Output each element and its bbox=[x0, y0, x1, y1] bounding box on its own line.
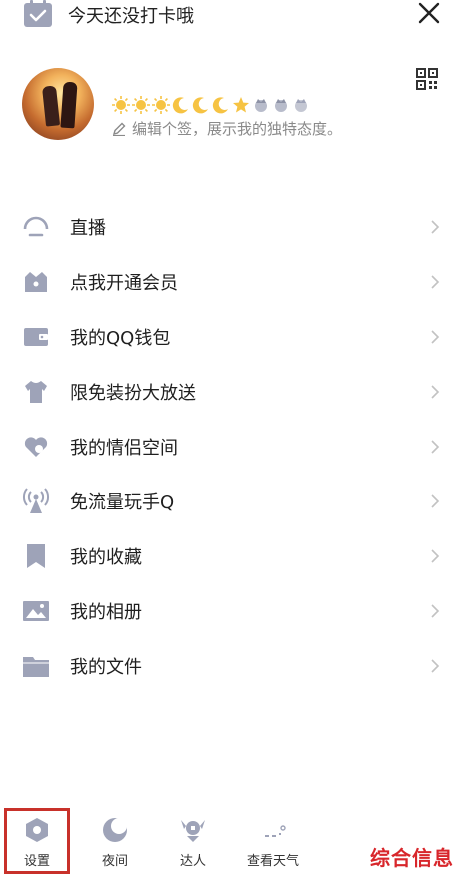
shirt-icon bbox=[25, 380, 47, 403]
menu-item-live[interactable]: 直播 bbox=[0, 200, 461, 255]
chevron-right-icon bbox=[431, 440, 440, 454]
top-bar: 今天还没打卡哦 bbox=[0, 0, 461, 30]
menu-item-couple-space[interactable]: 我的情侣空间 bbox=[0, 419, 461, 474]
night-mode-button[interactable]: 夜间 bbox=[80, 808, 150, 869]
close-icon[interactable] bbox=[414, 0, 444, 28]
tab-label: 夜间 bbox=[101, 854, 128, 869]
moon-badge-icon bbox=[192, 97, 208, 114]
chevron-right-icon bbox=[431, 220, 440, 234]
signature-edit[interactable]: 编辑个签，展示我的独特态度。 bbox=[112, 118, 342, 139]
menu-item-free-data[interactable]: 免流量玩手Q bbox=[0, 474, 461, 529]
folder-icon bbox=[23, 656, 49, 677]
sun-badge-icon bbox=[112, 96, 130, 114]
chevron-right-icon bbox=[431, 275, 440, 289]
chevron-right-icon bbox=[431, 549, 440, 563]
star-badge-icon bbox=[233, 97, 249, 113]
menu-item-favorites[interactable]: 我的收藏 bbox=[0, 529, 461, 584]
chevron-right-icon bbox=[431, 494, 440, 508]
crown-badge-icon bbox=[275, 99, 287, 112]
vip-icon bbox=[25, 272, 47, 293]
wallet-icon bbox=[24, 327, 48, 346]
menu-item-album[interactable]: 我的相册 bbox=[0, 584, 461, 639]
menu-item-label: 我的收藏 bbox=[70, 547, 142, 569]
expert-icon bbox=[181, 820, 205, 842]
menu-item-files[interactable]: 我的文件 bbox=[0, 638, 461, 693]
expert-button[interactable]: 达人 bbox=[158, 808, 228, 869]
menu-item-vip[interactable]: 点我开通会员 bbox=[0, 255, 461, 310]
menu-item-costume[interactable]: 限免装扮大放送 bbox=[0, 364, 461, 419]
signal-tower-icon bbox=[23, 488, 49, 514]
tab-label: 设置 bbox=[23, 854, 50, 869]
night-mode-icon bbox=[103, 818, 127, 842]
sun-badge-icon bbox=[152, 96, 170, 114]
menu-item-label: 我的文件 bbox=[70, 656, 142, 678]
chevron-right-icon bbox=[431, 385, 440, 399]
moon-badge-icon bbox=[172, 97, 188, 114]
chevron-right-icon bbox=[431, 330, 440, 344]
menu-list: 直播 点我开通会员 我的QQ钱包 限免装扮大放送 我的情侣空间 免流量玩手Q 我… bbox=[0, 200, 461, 693]
chevron-right-icon bbox=[431, 659, 440, 673]
bookmark-icon bbox=[27, 544, 45, 569]
menu-item-label: 我的情侣空间 bbox=[70, 437, 178, 459]
settings-icon bbox=[26, 818, 48, 842]
tab-label: 查看天气 bbox=[246, 854, 299, 869]
settings-button[interactable]: 设置 bbox=[2, 808, 72, 869]
menu-item-label: 我的QQ钱包 bbox=[70, 327, 171, 349]
crown-badge-icon bbox=[295, 99, 307, 112]
chevron-right-icon bbox=[431, 604, 440, 618]
watermark: 综合信息 bbox=[370, 846, 454, 870]
avatar[interactable] bbox=[22, 68, 94, 140]
album-icon bbox=[23, 600, 49, 621]
sun-badge-icon bbox=[132, 96, 150, 114]
tab-label: 达人 bbox=[179, 854, 206, 869]
weather-button[interactable]: 查看天气 bbox=[238, 808, 308, 869]
menu-item-label: 限免装扮大放送 bbox=[70, 382, 196, 404]
weather-icon bbox=[265, 825, 286, 837]
menu-item-label: 点我开通会员 bbox=[70, 273, 178, 295]
moon-badge-icon bbox=[212, 97, 228, 114]
qrcode-icon[interactable] bbox=[416, 68, 438, 90]
menu-item-label: 直播 bbox=[70, 218, 106, 240]
menu-item-label: 免流量玩手Q bbox=[70, 492, 175, 514]
pencil-icon bbox=[112, 122, 126, 136]
menu-item-wallet[interactable]: 我的QQ钱包 bbox=[0, 310, 461, 365]
menu-item-label: 我的相册 bbox=[70, 601, 142, 623]
signature-text: 编辑个签，展示我的独特态度。 bbox=[132, 120, 343, 138]
profile-section: 编辑个签，展示我的独特态度。 bbox=[0, 60, 461, 150]
crown-badge-icon bbox=[255, 99, 267, 112]
live-icon bbox=[23, 217, 49, 237]
heart-icon bbox=[24, 436, 48, 457]
level-badges[interactable] bbox=[112, 94, 310, 116]
checkin-text[interactable]: 今天还没打卡哦 bbox=[68, 2, 194, 28]
calendar-icon[interactable] bbox=[22, 0, 54, 28]
